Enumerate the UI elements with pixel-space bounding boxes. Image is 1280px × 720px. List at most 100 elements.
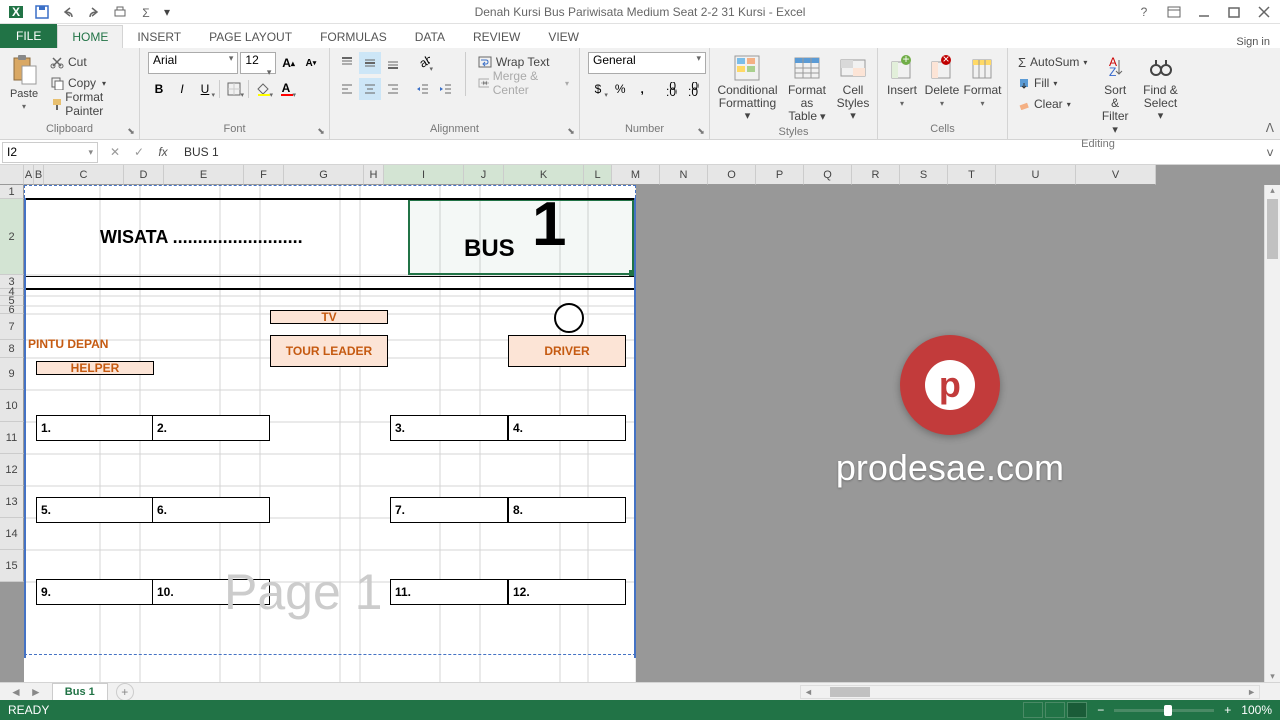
insert-cells-button[interactable]: +Insert▾ bbox=[884, 52, 920, 110]
align-middle-icon[interactable] bbox=[359, 52, 381, 74]
tab-home[interactable]: HOME bbox=[57, 25, 123, 48]
increase-indent-icon[interactable] bbox=[435, 78, 457, 100]
increase-decimal-icon[interactable]: .0.00 bbox=[658, 78, 679, 100]
collapse-ribbon-icon[interactable]: ᐱ bbox=[1266, 121, 1274, 135]
bold-button[interactable]: B bbox=[148, 78, 170, 100]
name-box[interactable]: I2▾ bbox=[2, 142, 98, 163]
svg-text:Σ: Σ bbox=[142, 6, 149, 19]
decrease-indent-icon[interactable] bbox=[412, 78, 434, 100]
conditional-formatting-button[interactable]: Conditional Formatting ▾ bbox=[716, 52, 779, 124]
wrap-icon bbox=[478, 55, 492, 69]
svg-text:X: X bbox=[12, 5, 20, 19]
svg-text:.00: .00 bbox=[666, 85, 677, 96]
redo-icon[interactable] bbox=[82, 1, 106, 23]
insert-icon: + bbox=[890, 54, 914, 82]
align-top-icon[interactable] bbox=[336, 52, 358, 74]
paste-icon bbox=[10, 54, 38, 86]
minimize-icon[interactable] bbox=[1192, 2, 1216, 22]
tab-data[interactable]: DATA bbox=[401, 26, 459, 48]
align-left-icon[interactable] bbox=[336, 78, 358, 100]
group-clipboard: Paste ▾ Cut Copy▾ Format Painter Clipboa… bbox=[0, 48, 140, 139]
underline-button[interactable]: U bbox=[194, 78, 216, 100]
page-break-view-icon[interactable] bbox=[1067, 702, 1087, 718]
border-button[interactable] bbox=[223, 78, 245, 100]
tab-review[interactable]: REVIEW bbox=[459, 26, 534, 48]
accounting-format-icon[interactable]: $ bbox=[588, 78, 609, 100]
align-center-icon[interactable] bbox=[359, 78, 381, 100]
close-icon[interactable] bbox=[1252, 2, 1276, 22]
font-launcher[interactable]: ⬊ bbox=[315, 125, 327, 137]
tab-insert[interactable]: INSERT bbox=[123, 26, 195, 48]
horizontal-scrollbar[interactable]: ◄► bbox=[800, 685, 1260, 699]
normal-view-icon[interactable] bbox=[1023, 702, 1043, 718]
font-size-select[interactable]: 12 bbox=[240, 52, 276, 74]
cell-styles-button[interactable]: Cell Styles ▾ bbox=[835, 52, 871, 124]
undo-icon[interactable] bbox=[56, 1, 80, 23]
cancel-formula-icon[interactable]: ✕ bbox=[104, 142, 126, 162]
tab-pagelayout[interactable]: PAGE LAYOUT bbox=[195, 26, 306, 48]
helper-box: HELPER bbox=[36, 361, 154, 375]
sheet-nav[interactable]: ◄► bbox=[0, 685, 52, 699]
svg-text:A: A bbox=[1109, 55, 1117, 69]
font-name-select[interactable]: Arial bbox=[148, 52, 238, 74]
decrease-decimal-icon[interactable]: .00.0 bbox=[680, 78, 701, 100]
decrease-font-icon[interactable]: A▾ bbox=[301, 52, 321, 74]
tab-view[interactable]: VIEW bbox=[534, 26, 593, 48]
fill-color-button[interactable] bbox=[252, 78, 274, 100]
tab-formulas[interactable]: FORMULAS bbox=[306, 26, 401, 48]
vertical-scrollbar[interactable]: ▴▾ bbox=[1264, 185, 1280, 682]
row-headers[interactable]: 123456789101112131415 bbox=[0, 185, 24, 582]
alignment-launcher[interactable]: ⬊ bbox=[565, 125, 577, 137]
excel-icon[interactable]: X bbox=[4, 1, 28, 23]
expand-formula-bar-icon[interactable]: ⅴ bbox=[1260, 145, 1280, 159]
sort-filter-button[interactable]: AZSort & Filter ▾ bbox=[1095, 52, 1135, 138]
comma-format-icon[interactable]: , bbox=[632, 78, 653, 100]
copy-icon bbox=[50, 76, 64, 90]
clear-button[interactable]: Clear▾ bbox=[1014, 94, 1091, 114]
autosum-button[interactable]: ΣAutoSum▾ bbox=[1014, 52, 1091, 72]
delete-cells-button[interactable]: ×Delete▾ bbox=[924, 52, 960, 110]
number-launcher[interactable]: ⬊ bbox=[695, 125, 707, 137]
insert-function-icon[interactable]: fx bbox=[152, 142, 174, 162]
paste-button[interactable]: Paste ▾ bbox=[6, 52, 42, 113]
orientation-icon[interactable]: ab bbox=[412, 52, 434, 74]
sheet-tab-bus1[interactable]: Bus 1 bbox=[52, 683, 108, 700]
new-sheet-button[interactable]: + bbox=[116, 683, 134, 701]
find-select-button[interactable]: Find & Select ▾ bbox=[1139, 52, 1182, 124]
sign-in-link[interactable]: Sign in bbox=[1236, 36, 1270, 48]
zoom-out-icon[interactable]: − bbox=[1097, 703, 1104, 717]
zoom-slider[interactable] bbox=[1114, 709, 1214, 712]
pintu-depan-label: PINTU DEPAN bbox=[28, 337, 108, 351]
hscroll-thumb[interactable] bbox=[830, 687, 870, 697]
number-format-select[interactable]: General bbox=[588, 52, 706, 74]
maximize-icon[interactable] bbox=[1222, 2, 1246, 22]
seat-6: 6. bbox=[152, 497, 270, 523]
window-controls: ? bbox=[1132, 2, 1276, 22]
help-icon[interactable]: ? bbox=[1132, 2, 1156, 22]
format-as-table-button[interactable]: Format as Table ▾ bbox=[783, 52, 831, 126]
column-headers[interactable]: ABCDEFGHIJKLMNOPQRSTUV bbox=[0, 165, 1156, 185]
percent-format-icon[interactable]: % bbox=[610, 78, 631, 100]
format-painter-button[interactable]: Format Painter bbox=[46, 94, 133, 114]
enter-formula-icon[interactable]: ✓ bbox=[128, 142, 150, 162]
format-cells-button[interactable]: Format▾ bbox=[964, 52, 1001, 110]
zoom-level[interactable]: 100% bbox=[1241, 703, 1272, 717]
tab-file[interactable]: FILE bbox=[0, 24, 57, 48]
qa-customize-icon[interactable]: ▾ bbox=[160, 1, 174, 23]
align-right-icon[interactable] bbox=[382, 78, 404, 100]
vscroll-thumb[interactable] bbox=[1267, 199, 1278, 259]
cut-button[interactable]: Cut bbox=[46, 52, 133, 72]
font-color-button[interactable]: A bbox=[275, 78, 297, 100]
page-layout-view-icon[interactable] bbox=[1045, 702, 1065, 718]
quick-print-icon[interactable] bbox=[108, 1, 132, 23]
clipboard-launcher[interactable]: ⬊ bbox=[125, 125, 137, 137]
align-bottom-icon[interactable] bbox=[382, 52, 404, 74]
italic-button[interactable]: I bbox=[171, 78, 193, 100]
zoom-in-icon[interactable]: + bbox=[1224, 703, 1231, 717]
autosum-qa-icon[interactable]: Σ bbox=[134, 1, 158, 23]
fill-button[interactable]: Fill▾ bbox=[1014, 73, 1091, 93]
increase-font-icon[interactable]: A▴ bbox=[278, 52, 298, 74]
merge-center-button[interactable]: Merge & Center▾ bbox=[474, 73, 573, 93]
ribbon-display-icon[interactable] bbox=[1162, 2, 1186, 22]
save-icon[interactable] bbox=[30, 1, 54, 23]
